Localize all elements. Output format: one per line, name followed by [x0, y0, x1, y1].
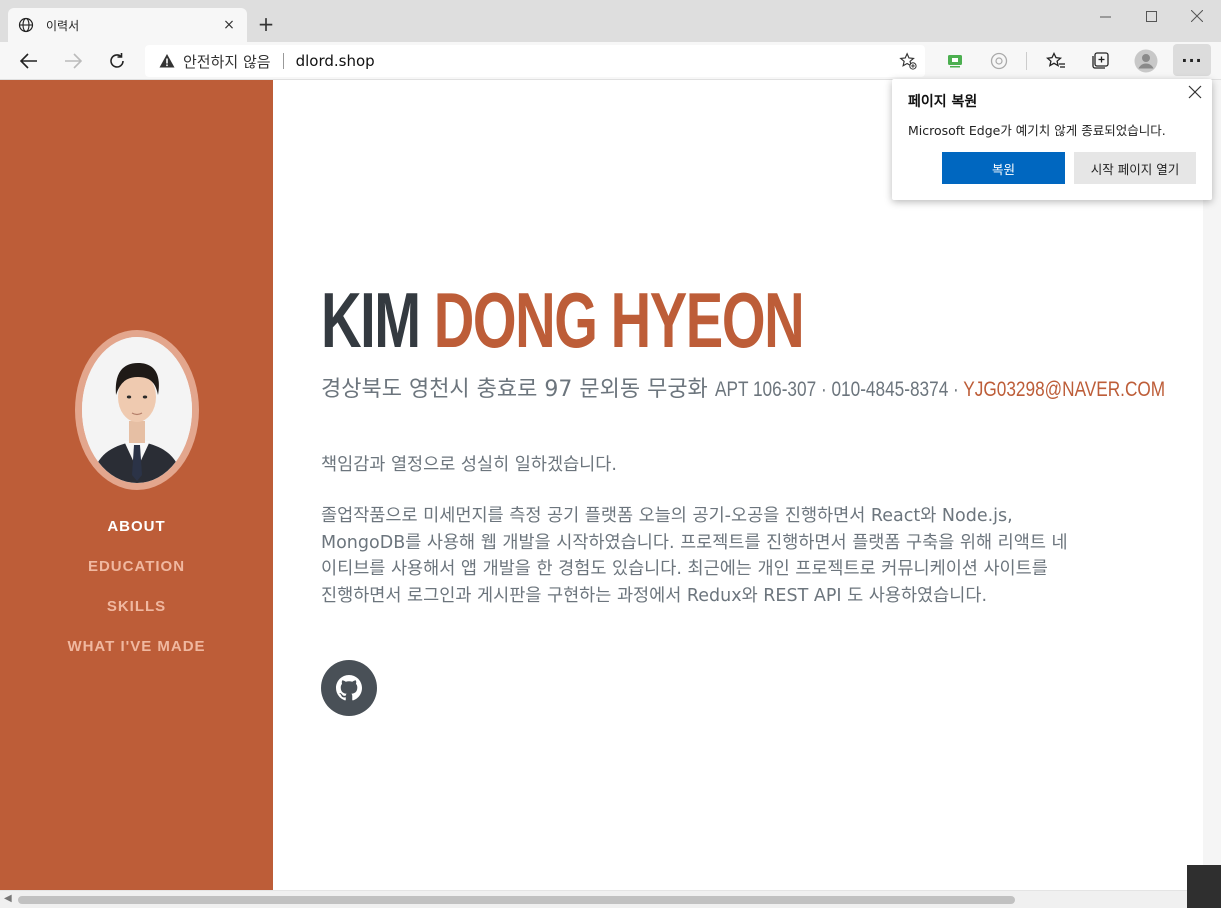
profile-avatar-icon[interactable]: [1134, 49, 1158, 73]
title-bar: 이력서 × +: [0, 0, 1221, 42]
scroll-corner: [1187, 865, 1221, 908]
refresh-icon: [110, 53, 124, 68]
nav-education[interactable]: EDUCATION: [0, 558, 273, 575]
intro-sentence: 책임감과 열정으로 성실히 일하겠습니다.: [321, 455, 617, 475]
browser-toolbar: 안전하지 않음 dlord.shop ···: [0, 42, 1221, 80]
favorites-icon[interactable]: [1045, 50, 1067, 72]
intro-line: 진행하면서 로그인과 게시판을 구현하는 과정에서 Redux와 REST AP…: [321, 585, 988, 606]
url-text[interactable]: dlord.shop: [296, 52, 375, 70]
nav-skills[interactable]: SKILLS: [0, 598, 273, 615]
scrollbar-thumb[interactable]: [18, 896, 1015, 904]
minimize-button[interactable]: [1082, 4, 1128, 28]
intro-paragraph: 졸업작품으로 미세먼지를 측정 공기 플랫폼 오늘의 공기-오공을 진행하면서 …: [321, 503, 1151, 609]
page-title: KIM DONG HYEON: [321, 276, 805, 364]
collections-icon[interactable]: [1089, 50, 1111, 72]
intro-line: 이티브를 사용해서 앱 개발을 한 경험도 있습니다. 최근에는 개인 프로젝트…: [321, 559, 1048, 579]
warning-icon: [159, 54, 175, 68]
github-icon: [336, 675, 362, 701]
globe-icon: [18, 17, 34, 33]
settings-menu-button[interactable]: ···: [1173, 44, 1211, 76]
intro-line: 졸업작품으로 미세먼지를 측정 공기 플랫폼 오늘의 공기-오공을 진행하면서 …: [321, 506, 1013, 526]
open-start-page-button[interactable]: 시작 페이지 열기: [1074, 152, 1196, 184]
main-content: KIM DONG HYEON 경상북도 영천시 충효로 97 문외동 무궁화 A…: [273, 80, 1203, 890]
browser-tab[interactable]: 이력서 ×: [8, 8, 247, 42]
popup-close-icon[interactable]: [1188, 83, 1202, 104]
nav-what-ive-made[interactable]: WHAT I'VE MADE: [0, 638, 273, 655]
forward-button[interactable]: [60, 48, 86, 74]
close-window-button[interactable]: [1174, 4, 1220, 28]
address-text: 경상북도 영천시 충효로 97 문외동 무궁화: [321, 377, 708, 402]
back-button[interactable]: [16, 48, 42, 74]
last-name: DONG HYEON: [433, 276, 805, 364]
popup-title: 페이지 복원: [908, 94, 978, 110]
extension-circle-icon[interactable]: [988, 50, 1010, 72]
new-tab-button[interactable]: +: [256, 12, 276, 36]
contact-details: APT 106-307 · 010-4845-8374 · YJG03298@N…: [715, 378, 1165, 402]
add-favorite-icon[interactable]: [899, 52, 917, 70]
tab-title: 이력서: [46, 18, 80, 33]
security-label[interactable]: 안전하지 않음: [183, 51, 271, 72]
sidebar: ABOUT EDUCATION SKILLS WHAT I'VE MADE: [0, 80, 273, 890]
scroll-left-icon[interactable]: ◀: [4, 893, 12, 904]
page-edge: [1203, 80, 1221, 890]
apt-phone-text: APT 106-307 · 010-4845-8374 ·: [714, 378, 964, 401]
popup-message: Microsoft Edge가 예기치 않게 종료되었습니다.: [908, 123, 1166, 138]
maximize-button[interactable]: [1128, 4, 1174, 28]
maximize-icon: [1145, 10, 1157, 22]
email-link[interactable]: YJG03298@NAVER.COM: [963, 378, 1165, 401]
contact-line: 경상북도 영천시 충효로 97 문외동 무궁화 APT 106-307 · 01…: [321, 371, 1221, 403]
restore-button[interactable]: 복원: [942, 152, 1065, 184]
minimize-icon: [1099, 16, 1111, 17]
refresh-button[interactable]: [104, 48, 130, 74]
intro-line: MongoDB를 사용해 웹 개발을 시작하였습니다. 프로젝트를 진행하면서 …: [321, 532, 1068, 553]
profile-photo-frame: [75, 330, 199, 490]
nav-about[interactable]: ABOUT: [0, 518, 273, 535]
tab-close-icon[interactable]: ×: [221, 17, 237, 33]
forward-arrow-icon: [65, 53, 82, 69]
profile-photo: [82, 337, 192, 483]
back-arrow-icon: [20, 53, 37, 69]
extension-icon[interactable]: [944, 50, 966, 72]
address-bar[interactable]: 안전하지 않음 dlord.shop: [145, 45, 925, 77]
restore-pages-popup: 페이지 복원 Microsoft Edge가 예기치 않게 종료되었습니다. 복…: [892, 79, 1212, 200]
horizontal-scrollbar[interactable]: ◀: [0, 890, 1221, 908]
address-divider: [282, 53, 284, 69]
first-name: KIM: [321, 276, 421, 364]
close-icon: [1191, 10, 1203, 22]
toolbar-divider: [1026, 52, 1027, 70]
github-button[interactable]: [321, 660, 377, 716]
